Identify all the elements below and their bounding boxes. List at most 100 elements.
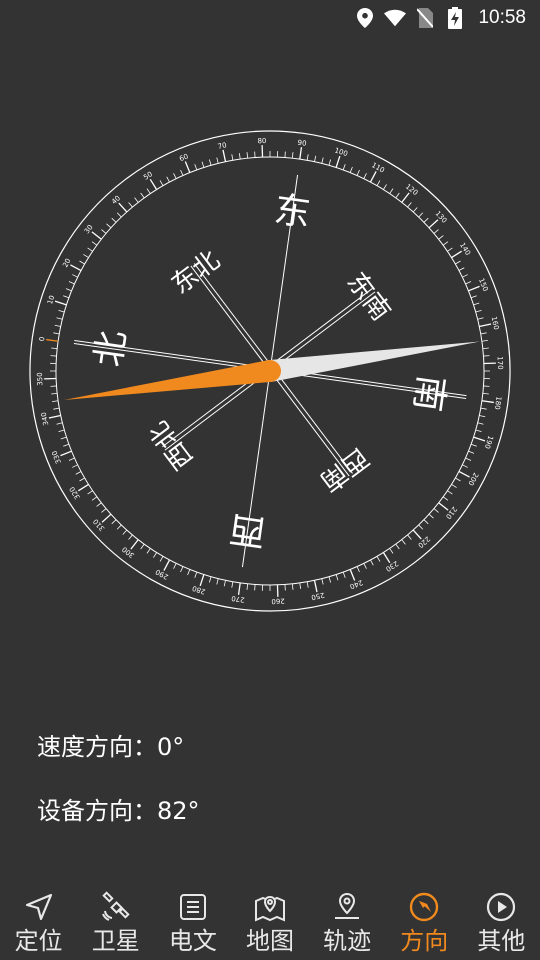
compass-degree-label: 70 [217,141,227,151]
compass-tick [481,400,494,404]
compass-tick [363,173,367,179]
nav-label: 卫星 [91,927,140,955]
compass-dial: 01020304050607080 90100110120130140150160… [29,130,511,612]
compass-tick [159,180,164,186]
compass-tick [451,484,457,488]
compass-tick [363,563,367,569]
compass-degree-label: 280 [191,584,206,596]
nav-label: 其他 [477,927,526,955]
compass-tick [91,241,98,246]
compass-tick [335,574,339,581]
nav-label: 电文 [168,927,217,955]
compass-tick [482,347,489,350]
compass-tick [477,317,484,320]
compass-tick [254,584,256,591]
compass-tick [458,470,470,478]
compass-tick [483,355,490,357]
compass-degree-label: 20 [61,257,72,269]
compass-tick [91,231,102,240]
compass-tick [462,464,468,468]
compass-tick [401,192,410,203]
compass-degree-label: 180 [493,396,503,410]
compass-tick [111,217,117,223]
speed-direction-text: 速度方向：0° [37,733,185,761]
compass-tick [370,559,374,566]
compass-tick [52,400,59,403]
compass-tick [423,217,429,223]
compass-tick [383,184,387,190]
compass-tick [140,543,145,550]
compass-tick [468,285,480,292]
compass-degree-label: 120 [404,182,419,197]
compass-tick [418,524,424,530]
compass-tick [276,584,279,597]
compass-tick [44,377,57,380]
status-time: 10:58 [478,7,526,28]
compass-tick [116,212,122,218]
compass-pivot [259,360,281,382]
compass-tick [261,145,264,158]
compass-tick [269,150,271,158]
compass-label-east: 东 [272,189,313,235]
compass-tick [187,569,191,576]
compass-tick [68,457,75,461]
compass-tick [87,490,93,495]
compass-tick [438,235,444,240]
compass-tick [458,267,465,271]
compass-degree-label: 210 [444,505,459,520]
compass-tick [349,166,353,173]
compass-tick [418,212,424,218]
nav-item-direction[interactable]: 方向 [386,890,463,956]
nav-item-message[interactable]: 电文 [154,890,231,956]
compass-tick [216,157,219,164]
compass-tick [261,584,263,591]
nav-item-location[interactable]: 定位 [0,890,77,956]
compass-tick [382,552,391,564]
compass-tick [194,164,198,171]
compass-tick [50,355,57,357]
compass-degree-label: 110 [370,161,386,174]
nav-item-other[interactable]: 其他 [463,890,540,956]
compass-tick [342,571,346,578]
compass-tick [321,157,324,164]
compass-tick [376,180,381,186]
compass-tick [53,407,60,410]
compass-tick [68,281,75,285]
nav-label: 方向 [400,927,449,955]
compass-degree-label: 290 [154,567,170,580]
compass-tick [65,288,72,292]
compass-tick [423,519,429,525]
compass-degree-label: 100 [333,146,348,158]
compass-tick [116,524,122,530]
compass-tick [128,202,133,208]
map-pin-icon [253,890,287,924]
compass-tick [480,407,487,410]
status-bar: 10:58 [0,0,540,36]
compass-label-south: 南 [406,373,452,414]
compass-tick [72,464,78,468]
compass-label-north: 北 [88,328,134,369]
compass-tick [184,161,191,173]
compass-tick [194,571,198,578]
nav-item-track[interactable]: 轨迹 [309,890,386,956]
compass-tick [479,415,486,418]
compass-tick [130,539,139,550]
compass-tick [54,324,61,327]
compass-tick [106,223,112,229]
compass-tick [306,581,309,588]
compass-tick [222,149,227,162]
compass-tick [433,229,439,234]
nav-item-satellite[interactable]: 卫星 [77,890,154,956]
compass-label-northeast: 东北 [166,245,226,300]
compass-tick [407,534,412,540]
compass-degree-label: 140 [458,241,472,257]
compass-tick [60,436,67,440]
compass-tick [146,548,151,554]
compass-degree-label: 160 [490,316,501,331]
compass-tick [50,385,57,387]
navigation-arrow-icon [22,890,56,924]
compass-tick [101,513,112,523]
nav-item-map[interactable]: 地图 [231,890,308,956]
compass-tick [412,207,418,213]
compass-tick [483,378,490,380]
